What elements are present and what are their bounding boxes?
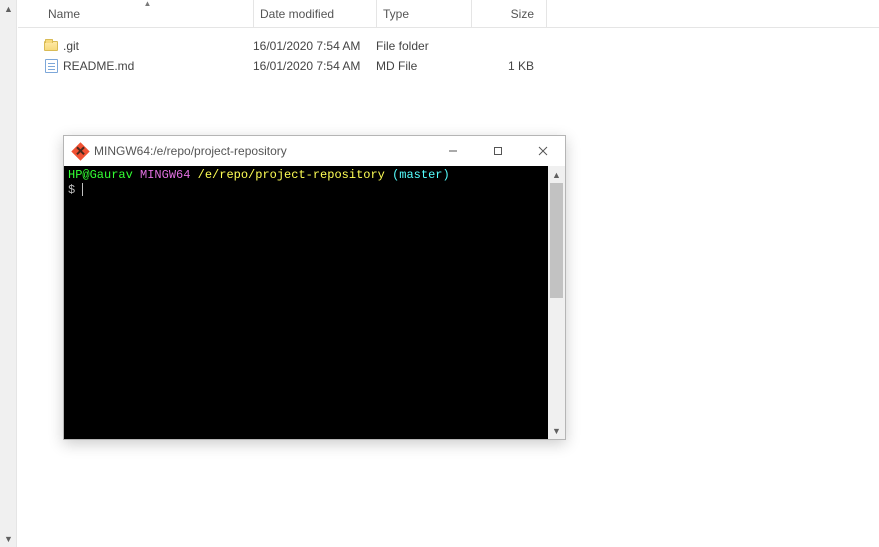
scrollbar-thumb[interactable] bbox=[550, 183, 563, 298]
prompt-path: /e/repo/project-repository bbox=[198, 168, 385, 182]
column-label: Date modified bbox=[260, 7, 334, 21]
file-list: .git 16/01/2020 7:54 AM File folder READ… bbox=[18, 28, 879, 76]
scroll-down-icon[interactable]: ▼ bbox=[0, 530, 17, 547]
file-name: .git bbox=[63, 39, 253, 53]
column-header-name[interactable]: ▲ Name bbox=[42, 0, 254, 27]
close-button[interactable] bbox=[520, 136, 565, 166]
file-type: MD File bbox=[376, 59, 471, 73]
prompt-userhost: HP@Gaurav bbox=[68, 168, 133, 182]
mdfile-icon bbox=[42, 58, 60, 74]
minimize-button[interactable] bbox=[430, 136, 475, 166]
file-name: README.md bbox=[63, 59, 253, 73]
file-type: File folder bbox=[376, 39, 471, 53]
terminal-output: HP@Gaurav MINGW64 /e/repo/project-reposi… bbox=[64, 166, 548, 439]
file-date: 16/01/2020 7:54 AM bbox=[253, 39, 376, 53]
column-label: Name bbox=[48, 7, 80, 21]
window-title: MINGW64:/e/repo/project-repository bbox=[94, 144, 424, 158]
prompt-symbol: $ bbox=[68, 183, 75, 197]
maximize-button[interactable] bbox=[475, 136, 520, 166]
prompt-branch: (master) bbox=[392, 168, 450, 182]
column-header-date[interactable]: Date modified bbox=[254, 0, 377, 27]
titlebar[interactable]: MINGW64:/e/repo/project-repository bbox=[64, 136, 565, 166]
terminal-scrollbar[interactable]: ▲ ▼ bbox=[548, 166, 565, 439]
folder-icon bbox=[42, 38, 60, 54]
column-header-size[interactable]: Size bbox=[472, 0, 547, 27]
column-label: Size bbox=[511, 7, 534, 21]
file-size: 1 KB bbox=[471, 59, 546, 73]
prompt-env: MINGW64 bbox=[140, 168, 190, 182]
explorer-pane: ▲ Name Date modified Type Size .git 16/0… bbox=[18, 0, 879, 547]
scroll-up-icon[interactable]: ▲ bbox=[0, 0, 17, 17]
scrollbar-track[interactable] bbox=[548, 183, 565, 422]
scroll-down-icon[interactable]: ▼ bbox=[548, 422, 565, 439]
window-controls bbox=[430, 136, 565, 166]
column-label: Type bbox=[383, 7, 409, 21]
file-row[interactable]: .git 16/01/2020 7:54 AM File folder bbox=[42, 36, 879, 56]
file-row[interactable]: README.md 16/01/2020 7:54 AM MD File 1 K… bbox=[42, 56, 879, 76]
scroll-up-icon[interactable]: ▲ bbox=[548, 166, 565, 183]
column-header-type[interactable]: Type bbox=[377, 0, 472, 27]
sort-ascending-icon: ▲ bbox=[144, 0, 152, 8]
outer-scrollbar[interactable]: ▲ ▼ bbox=[0, 0, 17, 547]
text-cursor bbox=[82, 183, 83, 196]
terminal-body[interactable]: HP@Gaurav MINGW64 /e/repo/project-reposi… bbox=[64, 166, 565, 439]
file-list-header: ▲ Name Date modified Type Size bbox=[18, 0, 879, 28]
file-date: 16/01/2020 7:54 AM bbox=[253, 59, 376, 73]
git-bash-icon bbox=[72, 143, 88, 159]
terminal-window: MINGW64:/e/repo/project-repository HP@Ga… bbox=[63, 135, 566, 440]
